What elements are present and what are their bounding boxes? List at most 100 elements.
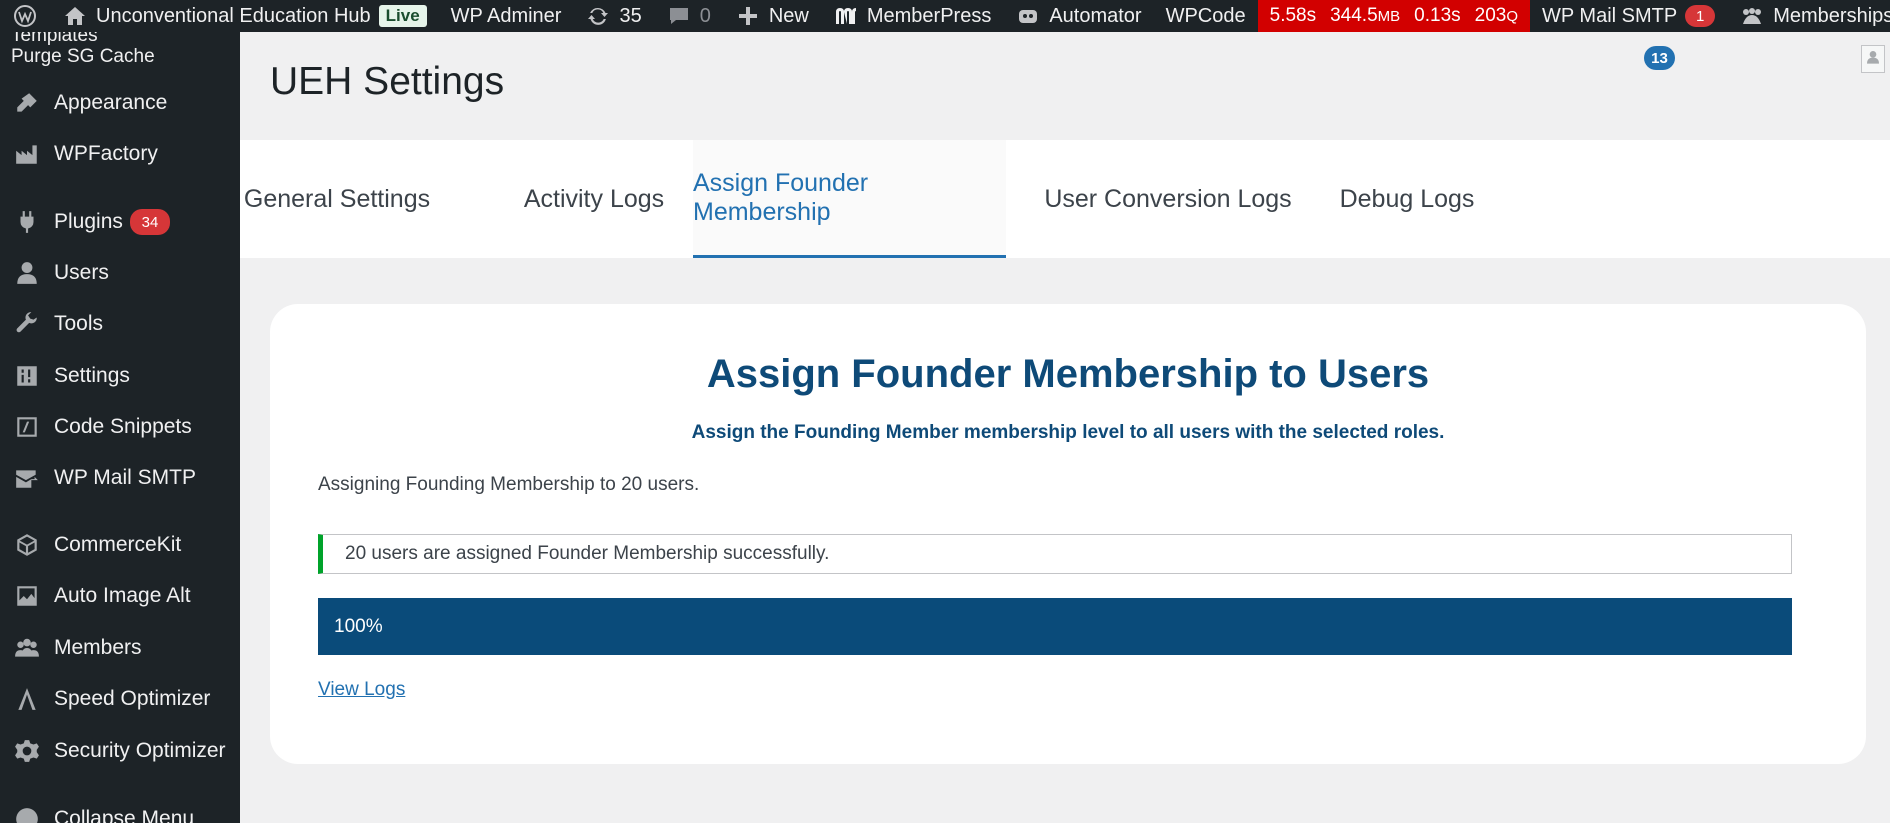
automator-label: Automator — [1049, 4, 1142, 27]
tab-debug-logs[interactable]: Debug Logs — [1330, 140, 1484, 258]
plugins-update-badge: 34 — [130, 209, 170, 235]
notification-count-badge[interactable]: 13 — [1644, 46, 1675, 70]
memberships-label: Memberships — [1773, 4, 1890, 27]
progress-bar: 100% — [318, 598, 1792, 655]
sidebar-item-label: Users — [54, 261, 109, 284]
wp-adminer-link[interactable]: WP Adminer — [439, 0, 574, 32]
site-name: Unconventional Education Hub — [96, 4, 371, 27]
admin-bar: Unconventional Education Hub Live WP Adm… — [0, 0, 1890, 32]
gear-icon — [12, 736, 42, 766]
wordpress-logo-button[interactable] — [0, 0, 50, 32]
wpcode-link[interactable]: WPCode — [1154, 0, 1258, 32]
memory-usage: 344.5MB — [1330, 5, 1400, 27]
sidebar-item-label: Speed Optimizer — [54, 687, 211, 710]
automator-link[interactable]: Automator — [1003, 0, 1153, 32]
sidebar-item-commercekit[interactable]: CommerceKit — [0, 523, 240, 567]
sidebar-item-wpfactory[interactable]: WPFactory — [0, 132, 240, 176]
site-name-link[interactable]: Unconventional Education Hub Live — [50, 0, 439, 32]
tab-activity-logs[interactable]: Activity Logs — [492, 140, 696, 258]
wp-mail-smtp-label: WP Mail SMTP — [1542, 4, 1678, 27]
home-icon — [62, 3, 88, 29]
wpcode-label: WPCode — [1165, 4, 1246, 27]
sidebar-item-label: WPFactory — [54, 142, 158, 165]
query-count: 203Q — [1475, 5, 1518, 27]
query-time: 0.13s — [1414, 5, 1461, 26]
plus-icon — [735, 3, 761, 29]
sidebar-item-label: Auto Image Alt — [54, 584, 191, 607]
admin-sidebar: Templates Purge SG Cache Appearance WPFa… — [0, 32, 240, 823]
sidebar-item-security-optimizer[interactable]: Security Optimizer — [0, 729, 240, 773]
paintbrush-icon — [12, 88, 42, 118]
tab-general-settings[interactable]: General Settings — [240, 140, 434, 258]
sidebar-item-code-snippets[interactable]: Code Snippets — [0, 405, 240, 449]
page-title: UEH Settings — [270, 60, 505, 103]
wp-mail-smtp-link[interactable]: WP Mail SMTP 1 — [1530, 0, 1727, 32]
sidebar-item-appearance[interactable]: Appearance — [0, 81, 240, 125]
code-icon — [12, 412, 42, 442]
sidebar-item-templates[interactable]: Templates — [11, 32, 98, 47]
wp-mail-smtp-count: 1 — [1685, 5, 1716, 27]
collapse-icon — [12, 804, 42, 823]
memory-value: 344.5 — [1330, 5, 1378, 26]
plugin-icon — [12, 207, 42, 237]
success-notice: 20 users are assigned Founder Membership… — [318, 534, 1792, 574]
progress-bar-fill — [318, 598, 1792, 655]
view-logs-link[interactable]: View Logs — [318, 679, 405, 701]
screen-options-button[interactable] — [1861, 45, 1885, 73]
comments-count: 0 — [699, 4, 711, 27]
mail-icon — [12, 463, 42, 493]
new-label: New — [768, 4, 809, 27]
sidebar-item-label: Members — [54, 636, 142, 659]
sidebar-item-settings[interactable]: Settings — [0, 354, 240, 398]
sidebar-item-plugins[interactable]: Plugins 34 — [0, 200, 240, 244]
factory-icon — [12, 139, 42, 169]
image-icon — [12, 581, 42, 611]
user-icon — [1865, 49, 1881, 70]
sidebar-item-speed-optimizer[interactable]: Speed Optimizer — [0, 677, 240, 721]
card-subtitle: Assign the Founding Member membership le… — [691, 422, 1445, 443]
collapse-menu-label: Collapse Menu — [54, 807, 195, 823]
sidebar-item-tools[interactable]: Tools — [0, 302, 240, 346]
sidebar-item-label: Code Snippets — [54, 415, 192, 438]
comment-icon — [666, 3, 692, 29]
group-icon — [12, 633, 42, 663]
page-time: 5.58s — [1269, 5, 1317, 26]
collapse-menu-button[interactable]: Collapse Menu — [0, 797, 240, 823]
robot-icon — [1015, 3, 1041, 29]
wp-adminer-label: WP Adminer — [450, 4, 562, 27]
progress-label: 100% — [334, 615, 383, 637]
assign-status-text: Assigning Founding Membership to 20 user… — [318, 474, 700, 495]
success-notice-text: 20 users are assigned Founder Membership… — [345, 543, 830, 564]
query-count-unit: Q — [1506, 8, 1519, 25]
updates-icon — [585, 3, 611, 29]
updates-link[interactable]: 35 — [573, 0, 653, 32]
sidebar-item-users[interactable]: Users — [0, 251, 240, 295]
sidebar-item-label: CommerceKit — [54, 533, 182, 556]
sidebar-item-label: Security Optimizer — [54, 739, 226, 762]
sidebar-item-label: Settings — [54, 364, 130, 387]
assign-membership-card: Assign Founder Membership to Users Assig… — [270, 304, 1866, 764]
wrench-icon — [12, 309, 42, 339]
memory-unit: MB — [1377, 8, 1401, 25]
sidebar-item-label: Tools — [54, 312, 104, 335]
tab-user-conversion-logs[interactable]: User Conversion Logs — [1044, 140, 1292, 258]
query-count-value: 203 — [1474, 5, 1507, 26]
memberpress-label: MemberPress — [866, 4, 992, 27]
sidebar-item-purge-cache[interactable]: Purge SG Cache — [11, 46, 155, 68]
new-content-button[interactable]: New — [723, 0, 821, 32]
settings-tab-bar: General Settings Activity Logs Assign Fo… — [240, 140, 1890, 258]
sidebar-item-members[interactable]: Members — [0, 626, 240, 670]
cube-icon — [12, 530, 42, 560]
query-monitor-stats[interactable]: 5.58s 344.5MB 0.13s 203Q — [1257, 0, 1531, 32]
comments-link[interactable]: 0 — [654, 0, 723, 32]
sidebar-item-auto-image-alt[interactable]: Auto Image Alt — [0, 574, 240, 618]
sidebar-item-wp-mail-smtp[interactable]: WP Mail SMTP — [0, 456, 240, 500]
sidebar-item-label: WP Mail SMTP — [54, 466, 196, 489]
tab-assign-founder-membership[interactable]: Assign Founder Membership — [693, 140, 1006, 258]
user-icon — [12, 258, 42, 288]
memberships-icon — [1739, 3, 1765, 29]
wordpress-icon — [12, 3, 38, 29]
sidebar-item-label: Appearance — [54, 91, 168, 114]
memberpress-link[interactable]: MemberPress — [821, 0, 1003, 32]
memberships-link[interactable]: Memberships — [1727, 0, 1890, 32]
